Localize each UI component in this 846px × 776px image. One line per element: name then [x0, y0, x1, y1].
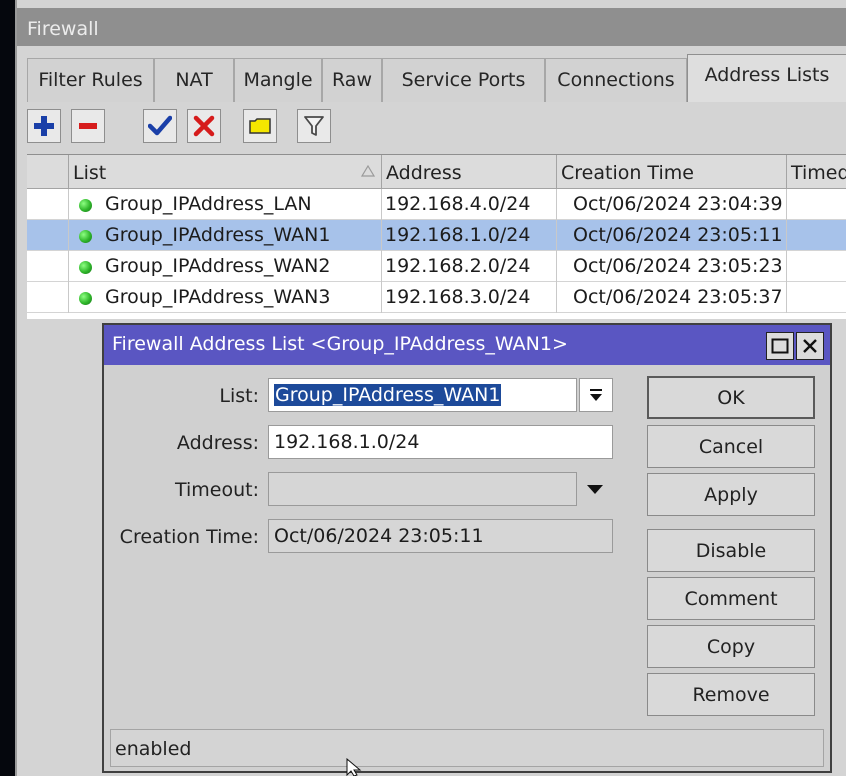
enabled-status-icon — [79, 261, 92, 274]
creation-time-field-label: Creation Time: — [119, 526, 259, 548]
table-row-selected[interactable]: Group_IPAddress_WAN1 192.168.1.0/24 Oct/… — [27, 220, 846, 251]
disable-button[interactable]: Disable — [647, 529, 815, 572]
ok-button[interactable]: OK — [647, 376, 815, 419]
tab-bar: Filter Rules NAT Mangle Raw Service Port… — [27, 54, 846, 102]
add-button[interactable] — [27, 109, 61, 143]
address-cell: 192.168.1.0/24 — [382, 220, 557, 251]
dropdown-arrow-icon — [590, 389, 602, 401]
list-name: Group_IPAddress_LAN — [105, 193, 312, 215]
timeout-input[interactable] — [268, 472, 577, 506]
comment-button[interactable] — [243, 109, 277, 143]
enabled-status-icon — [79, 230, 92, 243]
cancel-button[interactable]: Cancel — [647, 425, 815, 468]
list-name: Group_IPAddress_WAN2 — [105, 255, 331, 277]
tab-service-ports[interactable]: Service Ports — [382, 58, 545, 102]
plus-icon — [34, 116, 54, 136]
tab-connections[interactable]: Connections — [545, 58, 687, 102]
disable-button[interactable] — [187, 109, 221, 143]
tab-filter-rules[interactable]: Filter Rules — [27, 58, 154, 102]
expand-arrow-icon — [587, 485, 603, 494]
copy-button[interactable]: Copy — [647, 625, 815, 668]
list-input[interactable]: Group_IPAddress_WAN1 — [268, 378, 577, 412]
table-row[interactable]: Group_IPAddress_WAN3 192.168.3.0/24 Oct/… — [27, 282, 846, 313]
column-header-status — [27, 155, 69, 189]
comment-button[interactable]: Comment — [647, 577, 815, 620]
creation-time-cell: Oct/06/2024 23:05:23 — [557, 251, 787, 282]
address-cell: 192.168.4.0/24 — [382, 189, 557, 220]
column-header-address[interactable]: Address — [382, 155, 557, 189]
table-row[interactable]: Group_IPAddress_LAN 192.168.4.0/24 Oct/0… — [27, 189, 846, 220]
enabled-status-icon — [79, 292, 92, 305]
tab-address-lists[interactable]: Address Lists — [687, 54, 846, 102]
creation-time-cell: Oct/06/2024 23:04:39 — [557, 189, 787, 220]
tab-raw[interactable]: Raw — [322, 58, 382, 102]
maximize-icon — [771, 338, 789, 354]
filter-icon — [304, 116, 324, 136]
filter-button[interactable] — [297, 109, 331, 143]
minus-icon — [79, 123, 97, 129]
list-name: Group_IPAddress_WAN1 — [105, 224, 331, 246]
close-button[interactable] — [796, 332, 824, 360]
maximize-button[interactable] — [766, 332, 794, 360]
creation-time-cell: Oct/06/2024 23:05:11 — [557, 220, 787, 251]
column-header-list[interactable]: List — [69, 155, 382, 189]
mouse-cursor-icon — [346, 758, 362, 776]
creation-time-field: Oct/06/2024 23:05:11 — [268, 519, 613, 553]
remove-button[interactable] — [71, 109, 105, 143]
address-input[interactable]: 192.168.1.0/24 — [268, 425, 613, 459]
note-icon — [249, 118, 271, 134]
enable-button[interactable] — [143, 109, 177, 143]
creation-time-cell: Oct/06/2024 23:05:37 — [557, 282, 787, 313]
dialog-title: Firewall Address List <Group_IPAddress_W… — [104, 325, 830, 365]
toolbar — [27, 104, 846, 148]
address-list-dialog: Firewall Address List <Group_IPAddress_W… — [102, 323, 832, 773]
column-header-creation-time[interactable]: Creation Time — [557, 155, 787, 189]
window-title: Firewall — [17, 8, 846, 46]
address-cell: 192.168.2.0/24 — [382, 251, 557, 282]
list-field-label: List: — [219, 385, 259, 407]
timeout-expand-button[interactable] — [584, 480, 606, 498]
apply-button[interactable]: Apply — [647, 473, 815, 516]
column-header-timeout[interactable]: Timed — [787, 155, 846, 189]
list-dropdown-button[interactable] — [579, 378, 613, 412]
address-field-label: Address: — [176, 432, 259, 454]
sort-ascending-icon — [361, 165, 375, 177]
status-bar: enabled — [110, 729, 824, 767]
table-row[interactable]: Group_IPAddress_WAN2 192.168.2.0/24 Oct/… — [27, 251, 846, 282]
x-icon — [193, 115, 215, 137]
enabled-status-icon — [79, 199, 92, 212]
list-name: Group_IPAddress_WAN3 — [105, 286, 331, 308]
remove-button[interactable]: Remove — [647, 673, 815, 716]
close-icon — [803, 339, 817, 353]
timeout-field-label: Timeout: — [174, 479, 259, 501]
tab-nat[interactable]: NAT — [154, 58, 234, 102]
list-input-value: Group_IPAddress_WAN1 — [274, 384, 502, 406]
address-list-table: List Address Creation Time Timed Group_I… — [27, 154, 846, 319]
tab-mangle[interactable]: Mangle — [234, 58, 322, 102]
check-icon — [148, 115, 172, 136]
address-cell: 192.168.3.0/24 — [382, 282, 557, 313]
